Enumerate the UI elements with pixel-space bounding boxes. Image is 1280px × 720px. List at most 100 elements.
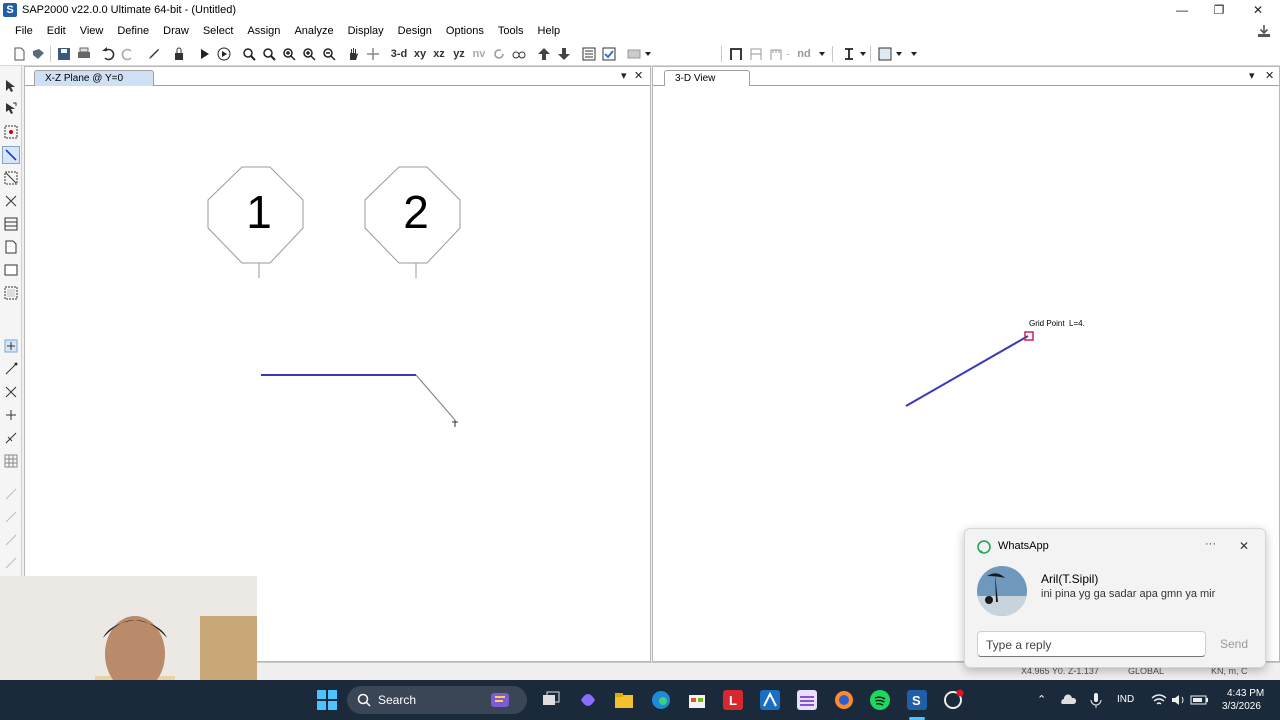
onedrive-icon[interactable] bbox=[1059, 691, 1077, 709]
zoom-window-icon[interactable] bbox=[240, 45, 258, 63]
perspective-toggle-icon[interactable] bbox=[510, 45, 528, 63]
quick-draw-area-icon[interactable] bbox=[3, 285, 19, 301]
recording-app-icon[interactable] bbox=[942, 689, 964, 711]
snap-intersections-icon[interactable] bbox=[3, 384, 19, 400]
task-view-icon[interactable] bbox=[540, 689, 562, 711]
close-view-icon[interactable]: ✕ bbox=[1265, 69, 1274, 82]
view-3d-button[interactable]: 3-d bbox=[389, 45, 409, 63]
undo-icon[interactable] bbox=[99, 45, 117, 63]
windows-start-icon[interactable] bbox=[316, 689, 338, 711]
clock-date[interactable]: 3/3/2026 bbox=[1222, 701, 1261, 712]
sap2000-taskbar-icon[interactable]: S bbox=[906, 689, 928, 711]
menu-options[interactable]: Options bbox=[439, 20, 491, 42]
chevron-up-icon[interactable]: ⌃ bbox=[1037, 693, 1046, 706]
new-model-icon[interactable] bbox=[10, 45, 28, 63]
edge-icon[interactable] bbox=[650, 689, 672, 711]
view-options-icon[interactable] bbox=[364, 45, 382, 63]
spotify-icon[interactable] bbox=[869, 689, 891, 711]
menu-display[interactable]: Display bbox=[341, 20, 391, 42]
autocad-icon[interactable] bbox=[759, 689, 781, 711]
xz-plane-view[interactable]: X-Z Plane @ Y=0 ▾ ✕ 1 2 bbox=[24, 66, 651, 662]
zoom-in-icon[interactable] bbox=[280, 45, 298, 63]
chevron-down-icon[interactable] bbox=[857, 45, 869, 63]
chevron-down-icon[interactable] bbox=[908, 45, 920, 63]
wifi-icon[interactable] bbox=[1150, 691, 1168, 709]
zoom-restore-icon[interactable] bbox=[260, 45, 278, 63]
area-section-icon[interactable] bbox=[876, 45, 894, 63]
volume-icon[interactable] bbox=[1170, 691, 1188, 709]
red-app-icon[interactable]: L bbox=[722, 689, 744, 711]
snap-lines-icon[interactable] bbox=[3, 430, 19, 446]
tab-xz-plane[interactable]: X-Z Plane @ Y=0 bbox=[34, 70, 154, 86]
close-view-icon[interactable]: ✕ bbox=[634, 69, 643, 82]
clear-selection-icon[interactable] bbox=[3, 532, 19, 548]
quick-draw-frame-icon[interactable] bbox=[3, 170, 19, 186]
open-model-icon[interactable] bbox=[29, 45, 47, 63]
select-all-icon[interactable] bbox=[3, 486, 19, 502]
menu-view[interactable]: View bbox=[73, 20, 111, 42]
snap-points-icon[interactable] bbox=[3, 338, 19, 354]
i-section-icon[interactable] bbox=[840, 45, 858, 63]
battery-icon[interactable] bbox=[1190, 691, 1210, 709]
chevron-down-icon[interactable]: ▾ bbox=[1249, 69, 1255, 82]
run-now-icon[interactable] bbox=[215, 45, 233, 63]
close-button[interactable]: ✕ bbox=[1238, 0, 1278, 20]
view-nv-button[interactable]: nv bbox=[470, 45, 488, 63]
draw-rectangular-area-icon[interactable] bbox=[3, 262, 19, 278]
draw-joint-icon[interactable] bbox=[3, 124, 19, 140]
pencil-icon[interactable] bbox=[145, 45, 163, 63]
view-yz-button[interactable]: yz bbox=[450, 45, 468, 63]
select-previous-icon[interactable] bbox=[3, 509, 19, 525]
print-icon[interactable] bbox=[75, 45, 93, 63]
save-icon[interactable] bbox=[55, 45, 73, 63]
browser-app-icon[interactable] bbox=[833, 689, 855, 711]
whatsapp-notification[interactable]: WhatsApp ··· ✕ Aril(T.Sipil) ini pina yg… bbox=[964, 528, 1266, 668]
zoom-out-icon[interactable] bbox=[320, 45, 338, 63]
chevron-down-icon[interactable] bbox=[893, 45, 905, 63]
rotate-view-icon[interactable] bbox=[490, 45, 508, 63]
show-all-icon[interactable] bbox=[3, 555, 19, 571]
chevron-down-icon[interactable] bbox=[816, 45, 828, 63]
view-xz-button[interactable]: xz bbox=[430, 45, 448, 63]
display-dropdown-icon[interactable] bbox=[625, 45, 643, 63]
minimize-button[interactable]: — bbox=[1162, 0, 1202, 20]
snap-ends-icon[interactable] bbox=[3, 361, 19, 377]
close-notification-icon[interactable]: ✕ bbox=[1239, 539, 1249, 553]
microsoft-store-icon[interactable] bbox=[686, 689, 708, 711]
clock-time[interactable]: 4:43 PM bbox=[1227, 688, 1264, 699]
snap-perpendicular-icon[interactable] bbox=[3, 407, 19, 423]
support-icon[interactable] bbox=[767, 45, 785, 63]
chevron-down-icon[interactable]: ▾ bbox=[621, 69, 627, 82]
menu-assign[interactable]: Assign bbox=[240, 20, 287, 42]
microphone-icon[interactable] bbox=[1087, 691, 1105, 709]
run-analysis-icon[interactable] bbox=[195, 45, 213, 63]
draw-area-icon[interactable] bbox=[3, 239, 19, 255]
menu-file[interactable]: File bbox=[8, 20, 40, 42]
frame-section-icon[interactable] bbox=[727, 45, 745, 63]
send-button[interactable]: Send bbox=[1212, 631, 1256, 657]
menu-help[interactable]: Help bbox=[531, 20, 568, 42]
menu-analyze[interactable]: Analyze bbox=[287, 20, 340, 42]
check-model-icon[interactable] bbox=[600, 45, 618, 63]
more-options-icon[interactable]: ··· bbox=[1205, 538, 1216, 550]
menu-draw[interactable]: Draw bbox=[156, 20, 196, 42]
snap-grid-icon[interactable] bbox=[3, 453, 19, 469]
tab-3d-view[interactable]: 3-D View bbox=[664, 70, 750, 86]
layers-app-icon[interactable] bbox=[796, 689, 818, 711]
pan-icon[interactable] bbox=[344, 45, 362, 63]
set-display-options-icon[interactable] bbox=[580, 45, 598, 63]
draw-secondary-beam-icon[interactable] bbox=[3, 216, 19, 232]
reshape-icon[interactable] bbox=[3, 101, 19, 117]
move-down-icon[interactable] bbox=[555, 45, 573, 63]
restore-button[interactable]: ❐ bbox=[1199, 0, 1239, 20]
frame-element-3d[interactable] bbox=[905, 335, 1029, 407]
menu-tools[interactable]: Tools bbox=[491, 20, 531, 42]
language-indicator[interactable]: IND bbox=[1117, 694, 1134, 705]
file-explorer-icon[interactable] bbox=[613, 689, 635, 711]
chevron-down-icon[interactable] bbox=[642, 45, 654, 63]
menu-design[interactable]: Design bbox=[391, 20, 439, 42]
move-up-icon[interactable] bbox=[535, 45, 553, 63]
download-icon[interactable] bbox=[1256, 23, 1272, 39]
draw-brace-icon[interactable] bbox=[3, 193, 19, 209]
draw-frame-icon[interactable] bbox=[2, 146, 20, 164]
